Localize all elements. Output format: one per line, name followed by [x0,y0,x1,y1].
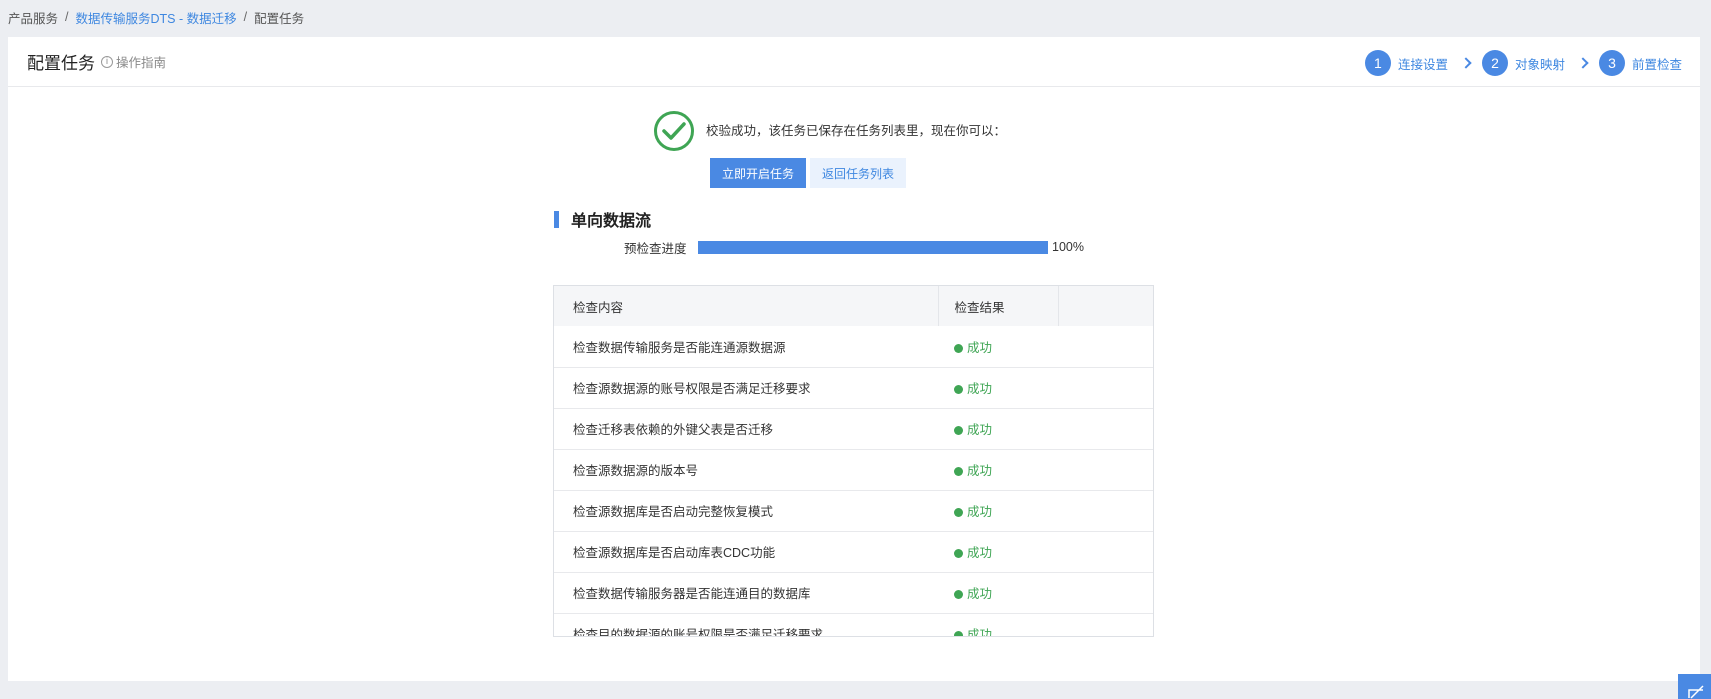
check-item: 检查目的数据源的账号权限是否满足迁移要求 [554,613,938,636]
progress-bar [698,240,1048,254]
success-message: 校验成功，该任务已保存在任务列表里，现在你可以： [706,123,1007,138]
table-row: 检查迁移表依赖的外键父表是否迁移 成功 [554,408,1153,450]
table-row: 检查源数据源的账号权限是否满足迁移要求 成功 [554,367,1153,409]
check-status: 成功 [938,531,1153,573]
chevron-right-icon [1577,57,1589,69]
step-2: 2 对象映射 [1481,50,1565,76]
table-row: 检查数据传输服务器是否能连通目的数据库 成功 [554,572,1153,614]
section-title-text: 单向数据流 [571,213,652,230]
check-status: 成功 [938,408,1153,450]
success-dot-icon [954,631,963,636]
column-header-check-result: 检查结果 [937,286,1058,326]
status-text: 成功 [967,505,993,519]
status-text: 成功 [967,628,993,637]
success-dot-icon [954,426,963,435]
column-header-empty [1057,286,1153,326]
check-item: 检查源数据源的账号权限是否满足迁移要求 [554,367,938,409]
check-results-table: 检查内容 检查结果 检查数据传输服务是否能连通源数据源 成功 检查源数据源的账号… [553,285,1154,637]
progress-label: 预检查进度 [624,241,687,256]
breadcrumb-current: 配置任务 [254,11,305,26]
main-panel: 配置任务 i 操作指南 1 连接设置 2 对象映射 3 前置检查 校验成功，该任… [8,37,1700,681]
check-item: 检查迁移表依赖的外键父表是否迁移 [554,408,938,450]
table-row: 检查源数据库是否启动完整恢复模式 成功 [554,490,1153,532]
start-task-button[interactable]: 立即开启任务 [710,158,806,188]
breadcrumb-separator: / [65,10,69,24]
check-status: 成功 [938,572,1153,614]
status-text: 成功 [967,587,993,601]
table-row: 检查源数据库是否启动库表CDC功能 成功 [554,531,1153,573]
step-label: 前置检查 [1631,57,1682,72]
success-dot-icon [954,590,963,599]
breadcrumb-parent-link[interactable]: 数据传输服务DTS - 数据迁移 [76,8,237,27]
step-label: 连接设置 [1397,57,1448,72]
table-row: 检查数据传输服务是否能连通源数据源 成功 [554,326,1153,368]
success-dot-icon [954,508,963,517]
progress-percent: 100% [1052,240,1084,254]
success-dot-icon [954,467,963,476]
breadcrumb-separator: / [243,10,248,24]
success-dot-icon [954,343,963,353]
check-item: 检查源数据源的版本号 [554,449,938,491]
step-number: 1 [1364,50,1391,76]
breadcrumb-root[interactable]: 产品服务 [8,8,58,27]
step-number: 2 [1481,50,1508,76]
success-dot-icon [954,549,963,558]
edit-feedback-button[interactable] [1678,674,1711,699]
progress-fill [698,240,1048,254]
action-buttons: 立即开启任务 返回任务列表 [710,158,906,188]
check-item: 检查源数据库是否启动库表CDC功能 [554,531,938,573]
panel-header: 配置任务 i 操作指南 1 连接设置 2 对象映射 3 前置检查 [8,37,1700,87]
chevron-right-icon [1460,57,1472,69]
back-to-list-button[interactable]: 返回任务列表 [810,158,906,188]
status-text: 成功 [967,340,993,355]
step-3: 3 前置检查 [1598,50,1682,76]
check-item: 检查数据传输服务器是否能连通目的数据库 [554,572,938,614]
info-icon: i [101,55,113,68]
column-header-check-item: 检查内容 [554,286,938,326]
edit-icon [1688,685,1704,699]
success-message-row: 校验成功，该任务已保存在任务列表里，现在你可以： [654,111,1006,151]
table-row: 检查目的数据源的账号权限是否满足迁移要求 成功 [554,613,1153,637]
check-item: 检查数据传输服务是否能连通源数据源 [554,326,938,368]
breadcrumb: 产品服务 / 数据传输服务DTS - 数据迁移 / 配置任务 [8,8,304,26]
status-text: 成功 [967,464,993,478]
success-dot-icon [954,385,963,394]
operation-guide-link[interactable]: i 操作指南 [101,52,166,71]
status-text: 成功 [967,382,993,396]
check-status: 成功 [938,326,1153,368]
steps-indicator: 1 连接设置 2 对象映射 3 前置检查 [1364,50,1682,76]
check-status: 成功 [938,613,1153,637]
step-label: 对象映射 [1514,57,1565,72]
check-status: 成功 [938,367,1153,409]
operation-guide-label: 操作指南 [116,56,167,70]
section-title: 单向数据流 [554,207,651,231]
step-number: 3 [1598,50,1625,76]
status-text: 成功 [967,546,993,560]
check-item: 检查源数据库是否启动完整恢复模式 [554,490,938,532]
section-accent-bar [554,210,559,228]
status-text: 成功 [967,423,993,437]
check-status: 成功 [938,490,1153,532]
success-check-icon [654,111,694,151]
table-header-row: 检查内容 检查结果 [554,286,1153,326]
table-row: 检查源数据源的版本号 成功 [554,449,1153,491]
step-1: 1 连接设置 [1364,50,1448,76]
check-status: 成功 [938,449,1153,491]
precheck-progress: 预检查进度 100% [624,237,1084,257]
page-title: 配置任务 [27,54,95,73]
